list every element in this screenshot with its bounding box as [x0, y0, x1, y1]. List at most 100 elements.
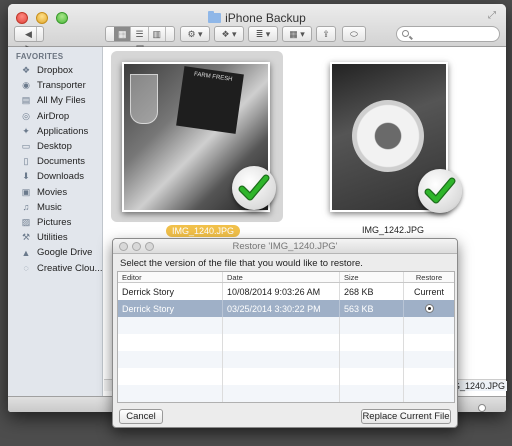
sidebar-item-label: All My Files — [37, 95, 86, 107]
sidebar-item-label: Downloads — [37, 171, 84, 183]
restore-dialog: Restore 'IMG_1240.JPG' Select the versio… — [112, 238, 458, 428]
action-button[interactable]: ⚙ ▾ — [180, 26, 210, 42]
versions-table: Editor Date Size Restore Derrick Story 1… — [117, 271, 455, 403]
cell-size: 563 KB — [340, 300, 404, 317]
empty-row — [118, 334, 454, 351]
sidebar-item-label: Creative Clou... — [37, 262, 102, 274]
column-header-size[interactable]: Size — [340, 272, 404, 282]
window-title-text: iPhone Backup — [225, 11, 306, 25]
empty-row — [118, 385, 454, 402]
dinner-plate-image — [352, 100, 424, 172]
sidebar-item-label: Applications — [37, 125, 89, 137]
replace-current-file-button[interactable]: Replace Current File — [361, 409, 451, 424]
dialog-title: Restore 'IMG_1240.JPG' — [232, 241, 338, 252]
menu-card-image: FARM FRESH — [176, 66, 244, 134]
cell-restore — [404, 300, 454, 317]
table-row[interactable]: Derrick Story 10/08/2014 9:03:26 AM 268 … — [118, 283, 454, 300]
column-header-restore[interactable]: Restore — [404, 272, 454, 282]
sidebar-item-label: Movies — [37, 186, 68, 198]
toolbar: ◀▶ ▦☰▥▤ ⚙ ▾ ❖ ▾ ≣ ▾ ▦ ▾ ⇪ ⬭ — [8, 26, 506, 53]
all-files-icon: ▤ — [21, 95, 31, 106]
airdrop-icon: ◎ — [22, 110, 30, 121]
sidebar-item-movies[interactable]: ▣ Movies — [8, 185, 102, 200]
checkmark-icon — [418, 169, 462, 213]
applications-icon: ✦ — [22, 125, 30, 136]
gear-icon: ⚙ ▾ — [187, 29, 203, 39]
file-name-label[interactable]: IMG_1242.JPG — [362, 225, 424, 235]
tags-button[interactable]: ⬭ — [342, 26, 366, 42]
sidebar-item-utilities[interactable]: ⚒ Utilities — [8, 230, 102, 245]
cell-restore: Current — [413, 286, 444, 297]
dropbox-icon: ❖ — [21, 65, 31, 76]
window-title: iPhone Backup — [8, 11, 506, 25]
utilities-icon: ⚒ — [21, 232, 31, 243]
view-mode-buttons: ▦☰▥▤ — [105, 26, 175, 53]
sidebar-item-airdrop[interactable]: ◎ AirDrop — [8, 109, 102, 124]
dropbox-menu-button[interactable]: ❖ ▾ — [214, 26, 244, 42]
movies-icon: ▣ — [21, 186, 31, 197]
empty-row — [118, 368, 454, 385]
sidebar-item-label: Utilities — [37, 232, 68, 244]
sidebar-item-applications[interactable]: ✦ Applications — [8, 124, 102, 139]
share-button[interactable]: ⇪ — [316, 26, 336, 42]
column-header-editor[interactable]: Editor — [118, 272, 223, 282]
icon-size-slider[interactable] — [478, 404, 486, 412]
sidebar-item-label: Music — [37, 201, 62, 213]
cancel-button[interactable]: Cancel — [119, 409, 163, 424]
arrange-button[interactable]: ≣ ▾ — [248, 26, 278, 42]
sidebar-item-creative-cloud[interactable]: ◌ Creative Clou... — [8, 260, 102, 275]
sidebar-heading: FAVORITES — [16, 52, 64, 61]
sidebar-item-transporter[interactable]: ◉ Transporter — [8, 78, 102, 93]
dialog-title-bar: Restore 'IMG_1240.JPG' — [113, 239, 457, 254]
desktop-icon: ▭ — [21, 141, 31, 152]
list-view-icon[interactable]: ☰ — [131, 27, 149, 41]
radio-selected-icon[interactable] — [424, 304, 434, 313]
fullscreen-icon[interactable]: ⤢ — [488, 11, 498, 21]
pictures-icon: ▨ — [21, 216, 31, 227]
grid-icon: ▦ ▾ — [289, 29, 305, 39]
sidebar-item-all-my-files[interactable]: ▤ All My Files — [8, 93, 102, 108]
sidebar-item-label: Documents — [37, 156, 86, 168]
table-header: Editor Date Size Restore — [118, 272, 454, 283]
sidebar-item-downloads[interactable]: ⬇ Downloads — [8, 169, 102, 184]
group-button[interactable]: ▦ ▾ — [282, 26, 312, 42]
dialog-message: Select the version of the file that you … — [120, 258, 363, 269]
music-icon: ♫ — [22, 202, 30, 213]
tag-icon: ⬭ — [350, 29, 358, 39]
wine-glass-image — [130, 74, 158, 124]
back-forward-buttons: ◀▶ — [14, 26, 44, 53]
empty-row — [118, 351, 454, 368]
icon-view-icon[interactable]: ▦ — [113, 27, 132, 41]
sidebar-item-documents[interactable]: ▯ Documents — [8, 154, 102, 169]
cell-size: 268 KB — [340, 283, 404, 300]
cell-date: 03/25/2014 3:30:22 PM — [223, 300, 340, 317]
table-row-selected[interactable]: Derrick Story 03/25/2014 3:30:22 PM 563 … — [118, 300, 454, 317]
sidebar-item-label: Google Drive — [37, 247, 93, 259]
column-view-icon[interactable]: ▥ — [149, 27, 167, 41]
sidebar-item-dropbox[interactable]: ❖ Dropbox — [8, 63, 102, 78]
checkmark-icon — [232, 166, 276, 210]
sidebar-item-google-drive[interactable]: ▲ Google Drive — [8, 245, 102, 260]
sidebar-item-label: Desktop — [37, 141, 72, 153]
search-icon — [402, 30, 409, 37]
chevron-left-icon[interactable]: ◀ — [21, 27, 37, 41]
sidebar-item-music[interactable]: ♫ Music — [8, 200, 102, 215]
sidebar-item-label: AirDrop — [37, 110, 70, 122]
folder-icon — [208, 11, 222, 23]
sidebar-item-pictures[interactable]: ▨ Pictures — [8, 215, 102, 230]
dropbox-icon: ❖ ▾ — [221, 29, 237, 39]
column-header-date[interactable]: Date — [223, 272, 340, 282]
creative-cloud-icon: ◌ — [23, 263, 29, 274]
share-icon: ⇪ — [322, 29, 330, 39]
sidebar-item-desktop[interactable]: ▭ Desktop — [8, 139, 102, 154]
cell-date: 10/08/2014 9:03:26 AM — [223, 283, 340, 300]
arrange-icon: ≣ ▾ — [255, 29, 271, 39]
sidebar-item-label: Dropbox — [37, 65, 73, 77]
search-input[interactable] — [396, 26, 500, 42]
sidebar-item-label: Pictures — [37, 216, 72, 228]
google-drive-icon: ▲ — [21, 247, 31, 258]
title-bar: iPhone Backup ⤢ ◀▶ ▦☰▥▤ ⚙ ▾ ❖ ▾ ≣ ▾ ▦ ▾ … — [8, 4, 506, 53]
sidebar-item-label: Transporter — [37, 80, 86, 92]
file-name-label-selected[interactable]: IMG_1240.JPG — [166, 225, 241, 237]
downloads-icon: ⬇ — [22, 171, 30, 182]
